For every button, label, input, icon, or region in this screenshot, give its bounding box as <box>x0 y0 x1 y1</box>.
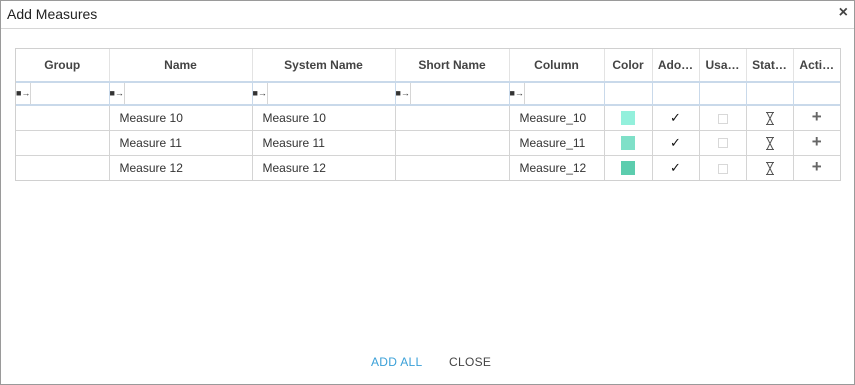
filter-short-name-input[interactable] <box>410 84 508 103</box>
measures-grid: Group Name System Name Short Name Column… <box>15 48 841 181</box>
col-header-actions[interactable]: Acti… <box>793 49 840 82</box>
cell-column: Measure_12 <box>509 155 605 180</box>
table-row[interactable]: Measure 10 Measure 10 Measure_10 ✓ + <box>16 105 840 131</box>
filter-operator-icon[interactable]: ■→ <box>253 84 268 103</box>
col-header-system-name[interactable]: System Name <box>252 49 396 82</box>
filter-name-input[interactable] <box>124 84 251 103</box>
cell-name: Measure 12 <box>109 155 253 180</box>
cell-short-name <box>395 130 510 156</box>
filter-operator-icon[interactable]: ■→ <box>510 84 525 103</box>
add-measure-icon[interactable]: + <box>812 157 822 176</box>
filter-group-input[interactable] <box>31 84 108 103</box>
filter-operator-icon[interactable]: ■→ <box>396 84 411 103</box>
hourglass-icon <box>765 136 774 150</box>
cell-system-name: Measure 10 <box>252 105 396 131</box>
col-header-column[interactable]: Column <box>509 49 605 82</box>
filter-column-input[interactable] <box>524 84 603 103</box>
cell-name: Measure 10 <box>109 105 253 131</box>
filter-color-cell <box>604 81 653 106</box>
usage-checkbox[interactable] <box>717 163 728 174</box>
filter-status-cell <box>746 81 794 106</box>
usage-checkbox[interactable] <box>717 113 728 124</box>
grid-header: Group Name System Name Short Name Column… <box>16 49 840 82</box>
close-icon[interactable]: × <box>839 4 848 22</box>
filter-operator-icon[interactable]: ■→ <box>110 84 125 103</box>
cell-group <box>16 155 110 180</box>
col-header-added[interactable]: Ado… <box>652 49 700 82</box>
table-row[interactable]: Measure 11 Measure 11 Measure_11 ✓ + <box>16 130 840 156</box>
hourglass-icon <box>765 111 774 125</box>
filter-operator-icon[interactable]: ■→ <box>16 84 32 103</box>
close-button[interactable]: CLOSE <box>449 355 491 369</box>
add-measure-icon[interactable]: + <box>812 132 822 151</box>
cell-system-name: Measure 12 <box>252 155 396 180</box>
table-row[interactable]: Measure 12 Measure 12 Measure_12 ✓ + <box>16 155 840 180</box>
add-all-button[interactable]: ADD ALL <box>371 355 422 369</box>
col-header-status[interactable]: Stat… <box>746 49 794 82</box>
color-swatch <box>621 111 635 126</box>
usage-checkbox[interactable] <box>717 138 728 149</box>
cell-short-name <box>395 155 510 180</box>
filter-system-name-input[interactable] <box>267 84 394 103</box>
dialog-titlebar: Add Measures × <box>1 1 854 29</box>
cell-short-name <box>395 105 510 131</box>
cell-column: Measure_11 <box>509 130 605 156</box>
cell-group <box>16 130 110 156</box>
added-check-icon: ✓ <box>670 134 681 150</box>
color-swatch <box>621 161 635 176</box>
col-header-group[interactable]: Group <box>16 49 110 82</box>
col-header-name[interactable]: Name <box>109 49 253 82</box>
cell-column: Measure_10 <box>509 105 605 131</box>
add-measures-dialog: Add Measures × Group Name System Name Sh… <box>0 0 855 385</box>
filter-added-cell <box>652 81 700 106</box>
col-header-short-name[interactable]: Short Name <box>395 49 510 82</box>
filter-usage-cell <box>699 81 747 106</box>
dialog-title: Add Measures <box>7 6 98 22</box>
filter-actions-cell <box>793 81 840 106</box>
color-swatch <box>621 135 635 150</box>
col-header-color[interactable]: Color <box>604 49 653 82</box>
filter-row: ■→ ■→ ■→ ■→ ■→ <box>16 81 840 106</box>
hourglass-icon <box>765 161 774 175</box>
col-header-usage[interactable]: Usa… <box>699 49 747 82</box>
added-check-icon: ✓ <box>670 159 681 175</box>
add-measure-icon[interactable]: + <box>812 107 822 126</box>
cell-system-name: Measure 11 <box>252 130 396 156</box>
added-check-icon: ✓ <box>670 109 681 125</box>
cell-name: Measure 11 <box>109 130 253 156</box>
cell-group <box>16 105 110 131</box>
